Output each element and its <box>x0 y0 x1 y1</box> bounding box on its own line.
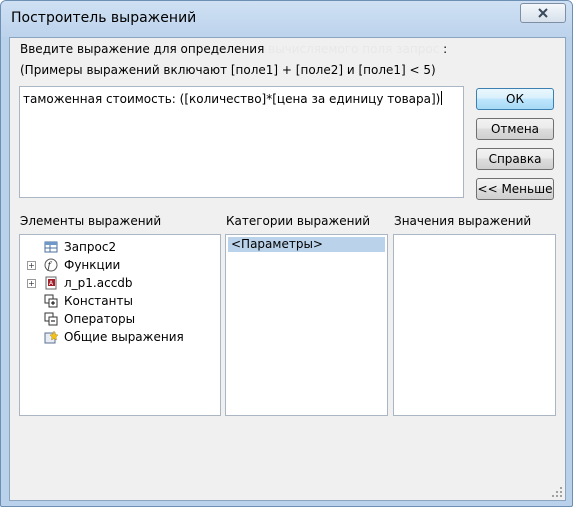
tree-item-operators[interactable]: Операторы <box>20 310 218 328</box>
operators-icon <box>44 312 58 326</box>
close-button[interactable] <box>520 3 566 23</box>
prompt-text: Введите выражение для определения <box>20 42 269 56</box>
help-button[interactable]: Справка <box>476 148 554 170</box>
tree-item-common-expressions[interactable]: Общие выражения <box>20 328 218 346</box>
tree-item-label: Константы <box>64 294 133 308</box>
prompt-examples: (Примеры выражений включают [поле1] + [п… <box>20 63 436 77</box>
common-expressions-icon <box>44 330 58 344</box>
expand-icon[interactable]: + <box>27 279 36 288</box>
tree-item-label: Функции <box>64 258 121 272</box>
tree-item-label: Общие выражения <box>64 330 184 344</box>
less-button[interactable]: << Меньше <box>476 178 554 200</box>
expression-input[interactable]: таможенная стоимость: ([количество]*[цен… <box>19 86 464 198</box>
tree-item-label: Операторы <box>64 312 136 326</box>
elements-tree[interactable]: Запрос2 + f Функции + A л_р1.accdb Конст… <box>19 234 221 416</box>
category-item-selected[interactable]: <Параметры> <box>228 237 385 252</box>
constants-icon <box>44 294 58 308</box>
tree-item-functions[interactable]: + f Функции <box>20 256 218 274</box>
tree-item-label: Запрос2 <box>64 240 117 254</box>
values-list[interactable] <box>393 234 556 416</box>
tree-item-query[interactable]: Запрос2 <box>20 238 218 256</box>
expression-text: таможенная стоимость: ([количество]*[цен… <box>23 91 443 106</box>
function-icon: f <box>44 258 58 272</box>
cancel-button[interactable]: Отмена <box>476 118 554 140</box>
elements-label: Элементы выражений <box>20 214 162 228</box>
expression-builder-window: Построитель выражений Введите выражение … <box>0 0 573 507</box>
window-title: Построитель выражений <box>11 10 197 26</box>
expand-icon[interactable]: + <box>27 261 36 270</box>
tree-item-database[interactable]: + A л_р1.accdb <box>20 274 218 292</box>
query-icon <box>44 241 58 253</box>
resize-grip-icon[interactable] <box>551 486 563 498</box>
text-caret <box>441 91 443 105</box>
values-label: Значения выражений <box>394 214 532 228</box>
tree-item-constants[interactable]: Константы <box>20 292 218 310</box>
prompt-colon: : <box>443 42 448 56</box>
prompt-field-name: вычисляемого поля запрос <box>268 42 440 56</box>
ok-button[interactable]: ОК <box>476 88 554 110</box>
prompt-line-1: Введите выражение для определения вычисл… <box>20 42 447 56</box>
tree-item-label: л_р1.accdb <box>64 276 133 290</box>
database-icon: A <box>45 276 57 290</box>
title-bar[interactable]: Построитель выражений <box>1 1 572 37</box>
categories-label: Категории выражений <box>226 214 371 228</box>
dialog-body: Введите выражение для определения вычисл… <box>9 37 566 501</box>
categories-list[interactable]: <Параметры> <box>225 234 388 416</box>
close-icon <box>538 8 548 18</box>
